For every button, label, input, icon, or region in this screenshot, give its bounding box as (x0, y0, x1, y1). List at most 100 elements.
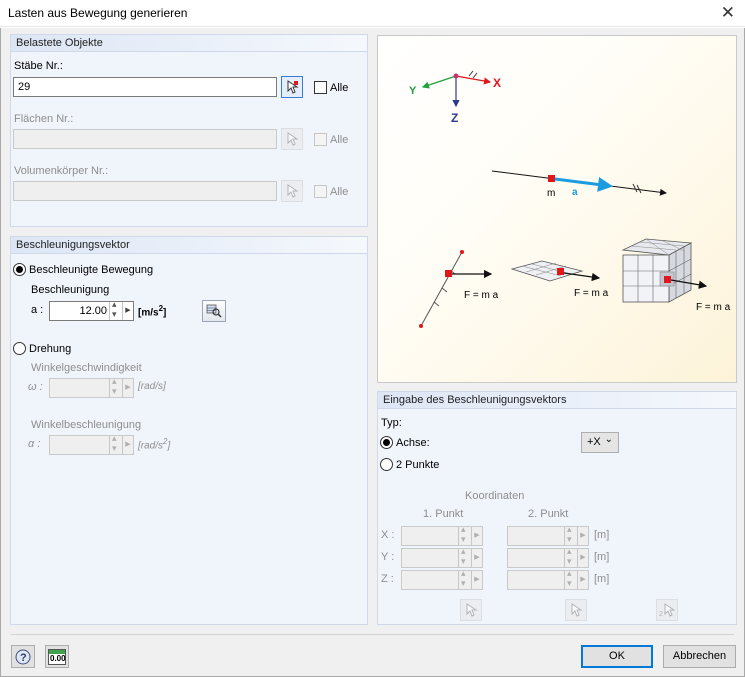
solids-pick-button[interactable] (281, 180, 303, 202)
spin-updown-icon[interactable] (564, 568, 577, 589)
members-all-label: Alle (330, 82, 349, 94)
axis-triad-icon: X Y Z (409, 70, 501, 125)
decimal-places-icon-text: 0.00 (50, 653, 66, 663)
acceleration-symbol: a : (31, 304, 44, 316)
help-icon: ? (15, 649, 31, 664)
angular-velocity-label: Winkelgeschwindigkeit (31, 362, 142, 374)
angular-acceleration-unit: [rad/s2] (138, 437, 170, 451)
mass-acceleration-diagram: m a (491, 170, 667, 199)
pick-cursor-icon (287, 184, 299, 198)
axis-x-label: X (493, 76, 501, 90)
solids-all-checkbox[interactable] (314, 185, 327, 198)
angular-velocity-spinner[interactable]: ▶ (49, 376, 134, 398)
acceleration-detail-button[interactable] (202, 300, 226, 322)
spin-arrow-icon[interactable]: ▶ (122, 379, 133, 397)
spin-arrow-icon[interactable]: ▶ (471, 527, 482, 545)
cancel-button[interactable]: Abbrechen (663, 645, 736, 668)
spin-updown-icon[interactable] (109, 376, 122, 397)
axis-label: Achse: (396, 437, 430, 449)
point1-pick-button[interactable] (460, 599, 482, 621)
spin-updown-icon[interactable] (109, 433, 122, 454)
members-pick-button[interactable] (281, 76, 303, 98)
solid-force-label: F = m a (696, 302, 731, 313)
member-force-label: F = m a (464, 290, 499, 301)
help-button[interactable]: ? (11, 645, 35, 668)
axis-select[interactable]: +X ⌄ (581, 432, 619, 453)
solids-input[interactable] (13, 181, 277, 201)
spin-arrow-icon[interactable]: ▶ (122, 436, 133, 454)
spin-updown-icon[interactable] (564, 524, 577, 545)
point2-x-spinner[interactable]: ▶ (507, 524, 589, 546)
unit-end: ] (163, 307, 167, 319)
two-points-label: 2 Punkte (396, 459, 440, 471)
angular-velocity-unit: [rad/s] (138, 381, 166, 392)
members-all-checkbox[interactable] (314, 81, 327, 94)
angular-acceleration-symbol: α : (28, 438, 41, 450)
ok-button[interactable]: OK (581, 645, 653, 668)
point2-label: 2. Punkt (528, 508, 569, 520)
mass-label: m (547, 188, 555, 199)
coord-z-unit: [m] (594, 573, 610, 585)
acceleration-vector-header: Beschleunigungsvektor (11, 237, 367, 254)
coordinates-label: Koordinaten (465, 490, 525, 502)
magnifier-table-icon (206, 304, 222, 318)
spin-arrow-icon[interactable]: ▶ (577, 571, 588, 589)
unit-base: [rad/s (138, 440, 164, 452)
close-icon[interactable]: ✕ (721, 3, 735, 23)
coord-x-unit: [m] (594, 529, 610, 541)
axis-select-value: +X (587, 436, 601, 448)
surfaces-label: Flächen Nr.: (14, 113, 74, 125)
point2-pick-button[interactable] (565, 599, 587, 621)
pick-two-points-icon: 2 (659, 603, 675, 617)
member-force-diagram: F = m a (419, 250, 499, 328)
two-points-pick-button[interactable]: 2 (656, 599, 678, 621)
point1-z-spinner[interactable]: ▶ (401, 568, 483, 590)
mass-marker (548, 175, 555, 182)
loaded-objects-group: Belastete Objekte Stäbe Nr.: 29 Alle Flä… (10, 34, 368, 227)
members-input[interactable]: 29 (13, 77, 277, 97)
surfaces-all-checkbox[interactable] (314, 133, 327, 146)
coord-y-label: Y : (381, 551, 395, 563)
spin-updown-icon[interactable] (458, 568, 471, 589)
solid-force-diagram: F = m a (621, 238, 731, 313)
chevron-down-icon: ⌄ (604, 434, 613, 445)
illustration-panel: X Y Z m a F = m a F = m a F = m a (377, 35, 737, 383)
unit-base: [m/s (138, 307, 159, 319)
axis-radio[interactable] (380, 436, 393, 449)
rotation-radio[interactable] (13, 342, 26, 355)
spin-updown-icon[interactable] (564, 546, 577, 567)
two-points-radio[interactable] (380, 458, 393, 471)
point1-y-spinner[interactable]: ▶ (401, 546, 483, 568)
acceleration-spinner[interactable]: 12.00 ▶ (49, 299, 134, 321)
window-title: Lasten aus Bewegung generieren (8, 6, 188, 20)
surface-force-label: F = m a (574, 288, 609, 299)
point2-y-spinner[interactable]: ▶ (507, 546, 589, 568)
surface-force-diagram: F = m a (510, 260, 609, 299)
accelerated-motion-radio[interactable] (13, 263, 26, 276)
angular-acceleration-spinner[interactable]: ▶ (49, 433, 134, 455)
spin-arrow-icon[interactable]: ▶ (122, 302, 133, 320)
spin-updown-icon[interactable] (109, 299, 122, 320)
point1-x-spinner[interactable]: ▶ (401, 524, 483, 546)
spin-updown-icon[interactable] (458, 524, 471, 545)
pick-cursor-icon (287, 80, 299, 94)
spin-arrow-icon[interactable]: ▶ (577, 549, 588, 567)
surfaces-input[interactable] (13, 129, 277, 149)
acceleration-arrow-label: a (572, 187, 578, 198)
vector-input-header: Eingabe des Beschleunigungsvektors (378, 392, 736, 409)
units-button[interactable]: 0.00 (45, 645, 69, 668)
spin-arrow-icon[interactable]: ▶ (471, 571, 482, 589)
coord-y-unit: [m] (594, 551, 610, 563)
point2-z-spinner[interactable]: ▶ (507, 568, 589, 590)
surfaces-pick-button[interactable] (281, 128, 303, 150)
spin-arrow-icon[interactable]: ▶ (471, 549, 482, 567)
spin-updown-icon[interactable] (458, 546, 471, 567)
coord-z-label: Z : (381, 573, 394, 585)
rotation-label: Drehung (29, 343, 72, 355)
acceleration-unit: [m/s2] (138, 304, 166, 318)
coord-x-label: X : (381, 529, 395, 541)
spin-arrow-icon[interactable]: ▶ (577, 527, 588, 545)
illustration-svg: X Y Z m a F = m a F = m a F = m a (409, 70, 731, 328)
svg-text:2: 2 (659, 611, 663, 617)
footer-separator (11, 634, 734, 635)
